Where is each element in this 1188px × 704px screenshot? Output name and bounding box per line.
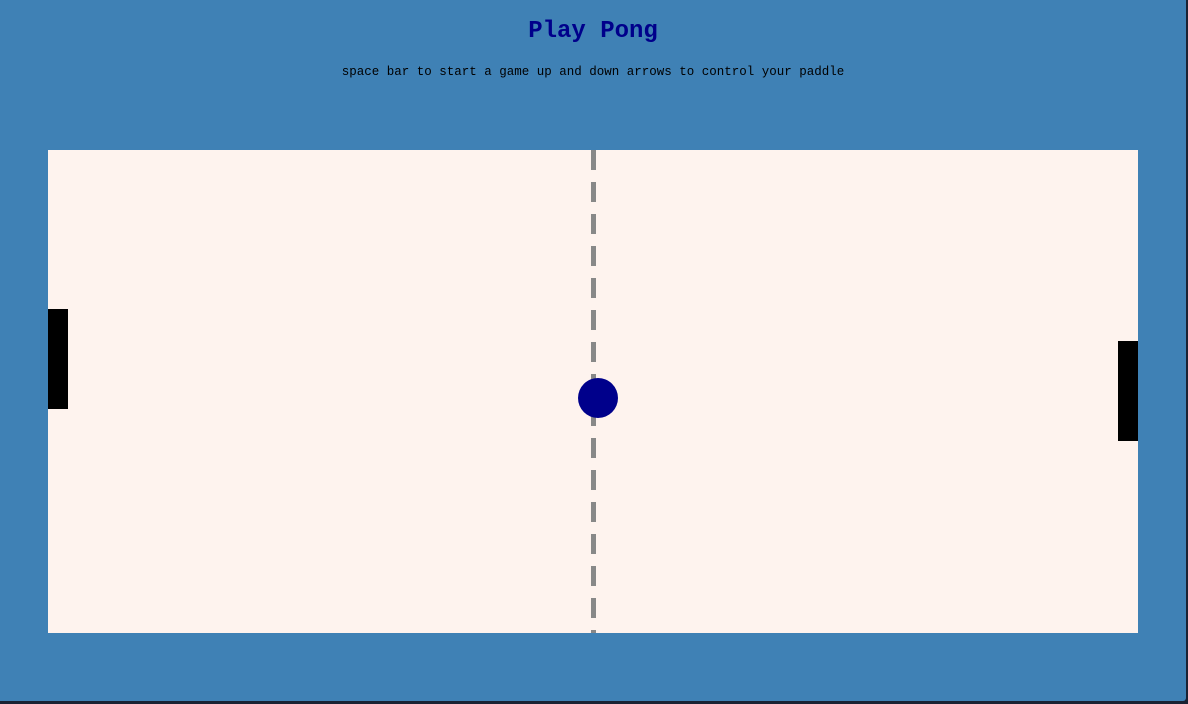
ball <box>578 378 618 418</box>
instructions-text: space bar to start a game up and down ar… <box>341 65 845 79</box>
game-window: Play Pong space bar to start a game up a… <box>0 0 1186 701</box>
right-paddle <box>1118 341 1138 441</box>
pong-court[interactable] <box>48 150 1138 633</box>
page-title: Play Pong <box>528 18 658 45</box>
left-paddle <box>48 309 68 409</box>
